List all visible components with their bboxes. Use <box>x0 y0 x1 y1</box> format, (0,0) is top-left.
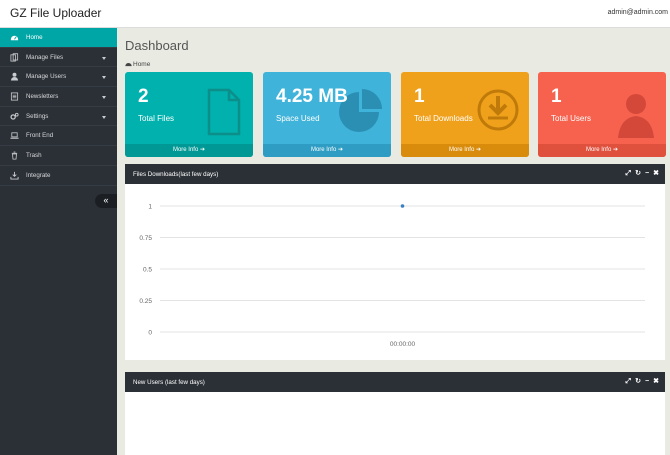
more-info-link[interactable]: More Info ➔ <box>263 144 391 157</box>
sidebar-item-label: Manage Users <box>26 73 67 81</box>
stat-value: 1 <box>414 86 425 107</box>
cogs-icon <box>10 112 19 120</box>
sidebar-item-home[interactable]: Home <box>0 28 117 48</box>
stat-value: 1 <box>551 86 562 107</box>
sidebar-item-settings[interactable]: Settings <box>0 107 117 127</box>
downloads-panel: Files Downloads(last few days) ⤢ ↻ − ✖ 1… <box>125 164 665 360</box>
x-tick-label: 00:00:00 <box>390 341 416 348</box>
minimize-icon[interactable]: − <box>645 377 649 386</box>
app-title[interactable]: GZ File Uploader <box>10 6 101 20</box>
panel-title: New Users (last few days) <box>133 379 205 386</box>
stat-label: Total Users <box>551 114 592 123</box>
dashboard-icon <box>10 35 19 41</box>
more-info-link[interactable]: More Info ➔ <box>401 144 529 157</box>
space-used-card: 4.25 MB Space Used More Info ➔ <box>263 72 391 157</box>
expand-icon[interactable]: ⤢ <box>626 169 632 178</box>
sidebar-item-label: Home <box>26 34 43 41</box>
laptop-icon <box>10 132 19 140</box>
y-tick-label: 0 <box>148 330 152 337</box>
download-circle-icon <box>477 89 519 131</box>
total-files-card: 2 Total Files More Info ➔ <box>125 72 253 157</box>
user-silhouette-icon <box>618 94 654 138</box>
sidebar-item-label: Front End <box>26 132 54 140</box>
refresh-icon[interactable]: ↻ <box>635 169 641 178</box>
close-icon[interactable]: ✖ <box>653 377 659 386</box>
chevron-down-icon <box>102 115 106 119</box>
stat-value: 2 <box>138 86 149 107</box>
data-point[interactable] <box>400 204 405 208</box>
stat-label: Total Files <box>138 114 175 123</box>
download-icon <box>10 171 19 180</box>
panel-header: New Users (last few days) ⤢ ↻ − ✖ <box>125 372 665 392</box>
expand-icon[interactable]: ⤢ <box>626 377 632 386</box>
breadcrumb-home-link[interactable]: Home <box>133 61 150 68</box>
files-icon <box>10 53 19 62</box>
panel-title: Files Downloads(last few days) <box>133 171 219 178</box>
y-tick-label: 0.5 <box>143 267 152 274</box>
panel-tools: ⤢ ↻ − ✖ <box>626 169 659 178</box>
arrow-circle-right-icon: ➔ <box>476 147 482 153</box>
top-bar: GZ File Uploader admin@admin.com <box>0 0 670 28</box>
user-menu[interactable]: admin@admin.com <box>608 9 668 16</box>
stat-value: 4.25 MB <box>276 86 348 107</box>
sidebar-item-integrate[interactable]: Integrate <box>0 166 117 186</box>
new-users-panel: New Users (last few days) ⤢ ↻ − ✖ <box>125 372 665 455</box>
stat-label: Space Used <box>276 114 320 123</box>
panel-tools: ⤢ ↻ − ✖ <box>626 377 659 386</box>
breadcrumb: Home <box>125 61 150 68</box>
sidebar: Home Manage Files Manage Users Newslette… <box>0 28 117 455</box>
user-icon <box>10 73 19 81</box>
chevron-down-icon <box>102 56 106 60</box>
sidebar-item-newsletters[interactable]: Newsletters <box>0 87 117 107</box>
downloads-line-chart: 1 0.75 0.5 0.25 0 00:00:00 <box>139 204 645 348</box>
panel-header: Files Downloads(last few days) ⤢ ↻ − ✖ <box>125 164 665 184</box>
sidebar-item-label: Integrate <box>26 171 51 179</box>
sidebar-item-front-end[interactable]: Front End <box>0 126 117 147</box>
arrow-circle-right-icon: ➔ <box>613 147 619 153</box>
stat-label: Total Downloads <box>414 114 473 123</box>
more-info-link[interactable]: More Info ➔ <box>538 144 666 157</box>
sidebar-item-label: Newsletters <box>26 93 59 101</box>
sidebar-item-manage-users[interactable]: Manage Users <box>0 67 117 88</box>
y-tick-label: 0.75 <box>139 235 152 242</box>
minimize-icon[interactable]: − <box>645 169 649 178</box>
total-downloads-card: 1 Total Downloads More Info ➔ <box>401 72 529 157</box>
total-users-card: 1 Total Users More Info ➔ <box>538 72 666 157</box>
y-tick-label: 1 <box>148 204 152 211</box>
arrow-circle-right-icon: ➔ <box>338 147 344 153</box>
trash-icon <box>11 151 18 160</box>
chevron-down-icon <box>102 76 106 80</box>
sidebar-item-label: Trash <box>26 152 42 160</box>
newsletter-icon <box>10 92 19 101</box>
sidebar-item-manage-files[interactable]: Manage Files <box>0 48 117 68</box>
sidebar-item-label: Manage Files <box>26 53 64 61</box>
chevron-down-icon <box>102 96 106 100</box>
sidebar-item-trash[interactable]: Trash <box>0 146 117 166</box>
sidebar-collapse-button[interactable]: « <box>95 194 117 208</box>
close-icon[interactable]: ✖ <box>653 169 659 178</box>
dashboard-icon <box>125 62 132 67</box>
arrow-circle-right-icon: ➔ <box>200 147 206 153</box>
sidebar-item-label: Settings <box>26 112 49 120</box>
page-title: Dashboard <box>125 38 189 53</box>
refresh-icon[interactable]: ↻ <box>635 377 641 386</box>
y-tick-label: 0.25 <box>139 298 152 305</box>
file-icon <box>207 88 241 136</box>
more-info-link[interactable]: More Info ➔ <box>125 144 253 157</box>
